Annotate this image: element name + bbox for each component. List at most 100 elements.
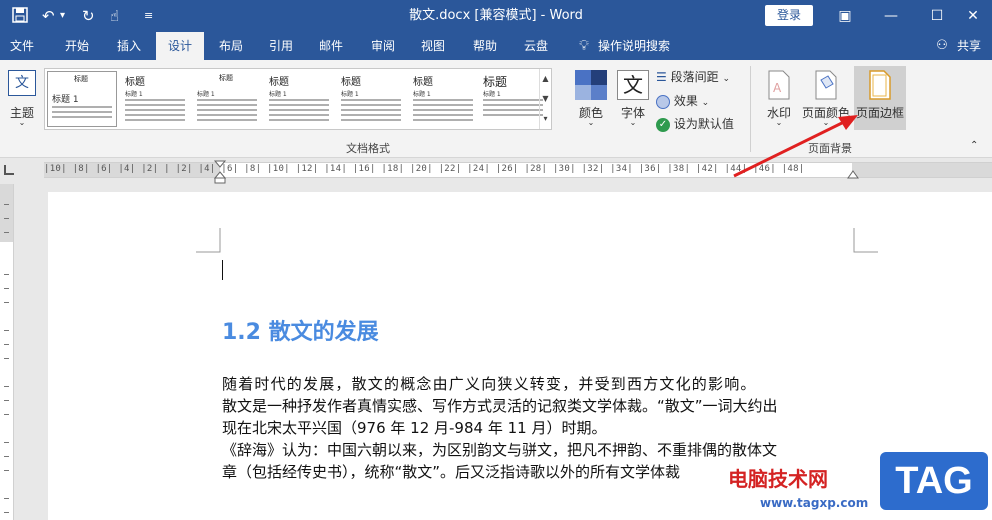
style-title: 标题 xyxy=(413,77,433,88)
style-thumb-3[interactable]: 标题 标题 1 xyxy=(193,71,263,127)
paint-bucket-icon xyxy=(815,70,837,100)
ribbon-display-options-icon[interactable]: ▣ xyxy=(822,0,868,32)
chevron-down-icon: ⌄ xyxy=(18,118,26,127)
tab-insert[interactable]: 插入 xyxy=(106,32,152,60)
set-as-default-label: 设为默认值 xyxy=(673,117,734,131)
style-heading: 标题 1 xyxy=(483,91,501,98)
paragraph-line[interactable]: 现在北宋太平兴国（976 年 12 月-984 年 11 月）时期。 xyxy=(222,418,606,438)
tab-view[interactable]: 视图 xyxy=(410,32,456,60)
crop-mark-top-left xyxy=(196,228,221,253)
chevron-down-icon: ⌄ xyxy=(822,118,830,127)
page-background-group-label: 页面背景 xyxy=(808,142,852,155)
paragraph-spacing-label: 段落间距 xyxy=(670,70,719,84)
tab-layout[interactable]: 布局 xyxy=(208,32,254,60)
chevron-down-icon: ⌄ xyxy=(701,98,710,108)
text-cursor xyxy=(222,260,223,280)
paragraph-line[interactable]: 章（包括经传史书），统称“散文”。后又泛指诗歌以外的所有文学体裁 xyxy=(222,462,680,482)
tab-help[interactable]: 帮助 xyxy=(462,32,508,60)
document-format-gallery: 标题 标题 1 标题 标题 1 标题 标题 1 标题 标题 1 标题 标题 1 … xyxy=(44,68,552,130)
document-canvas: 1.2 散文的发展 随着时代的发展，散文的概念由广义向狭义转变，并受到西方文化的… xyxy=(44,184,992,520)
tab-design[interactable]: 设计 xyxy=(156,32,204,62)
style-title: 标题 xyxy=(483,75,508,89)
page-color-button[interactable]: 页面颜色 ⌄ xyxy=(800,68,852,130)
gallery-down-icon[interactable]: ▼ xyxy=(540,89,551,109)
section-heading[interactable]: 1.2 散文的发展 xyxy=(222,314,379,346)
paragraph-spacing-icon: ☰ xyxy=(656,70,667,84)
vertical-ruler[interactable] xyxy=(0,184,14,520)
tab-mailings[interactable]: 邮件 xyxy=(308,32,354,60)
colors-icon xyxy=(575,70,607,100)
tab-home[interactable]: 开始 xyxy=(54,32,100,60)
style-title: 标题 xyxy=(341,77,361,88)
paragraph-line[interactable]: 随着时代的发展，散文的概念由广义向狭义转变，并受到西方文化的影响。 xyxy=(222,374,757,394)
effects-icon xyxy=(656,94,670,109)
chevron-down-icon: ⌄ xyxy=(587,118,595,127)
effects-button[interactable]: 效果 ⌄ xyxy=(656,92,709,109)
person-icon: ⚇ xyxy=(936,38,948,53)
style-thumb-5[interactable]: 标题 标题 1 xyxy=(337,71,407,127)
watermark-icon: A xyxy=(768,70,790,100)
page-borders-label: 页面边框 xyxy=(855,106,904,120)
vertical-ruler-area xyxy=(0,184,44,520)
ribbon-tabs: 文件 开始 插入 设计 布局 引用 邮件 审阅 视图 帮助 云盘 💡︎ 操作说明… xyxy=(0,32,992,62)
style-title: 标题 xyxy=(219,74,233,82)
paragraph-line[interactable]: 《辞海》认为：中国六朝以来，为区别韵文与骈文，把凡不押韵、不重排偶的散体文 xyxy=(222,440,777,460)
chevron-down-icon: ⌄ xyxy=(722,74,730,84)
style-title: 标题 xyxy=(74,75,88,83)
watermark-button[interactable]: A 水印 ⌄ xyxy=(762,68,796,130)
effects-label: 效果 xyxy=(673,94,698,108)
chevron-down-icon: ⌄ xyxy=(629,118,637,127)
style-thumb-1[interactable]: 标题 标题 1 xyxy=(47,71,117,127)
lightbulb-icon: 💡︎ xyxy=(579,38,589,54)
tell-me-search[interactable]: 操作说明搜索 xyxy=(598,32,682,60)
watermark-url: www.tagxp.com xyxy=(760,496,869,510)
tab-review[interactable]: 审阅 xyxy=(360,32,406,60)
fonts-button[interactable]: 文 字体 ⌄ xyxy=(614,68,652,130)
indent-marker-icon[interactable] xyxy=(214,160,226,184)
share-button[interactable]: 共享 xyxy=(952,32,986,60)
right-indent-marker-icon[interactable] xyxy=(847,170,859,182)
login-button[interactable]: 登录 xyxy=(765,5,813,26)
collapse-ribbon-icon[interactable]: ⌃ xyxy=(970,140,978,151)
svg-text:A: A xyxy=(773,81,782,95)
tab-selector-icon[interactable] xyxy=(4,165,14,175)
style-title: 标题 xyxy=(269,77,289,88)
gallery-scroll[interactable]: ▲ ▼ ▾ xyxy=(539,69,551,129)
style-heading: 标题 1 xyxy=(52,95,79,105)
chevron-down-icon: ⌄ xyxy=(775,118,783,127)
themes-button[interactable]: 文 主题 ⌄ xyxy=(4,68,40,127)
watermark-site-name: 电脑技术网 xyxy=(728,467,828,491)
paragraph-spacing-button[interactable]: ☰ 段落间距 ⌄ xyxy=(656,68,730,85)
style-thumb-6[interactable]: 标题 标题 1 xyxy=(409,71,479,127)
page-borders-button[interactable]: 页面边框 xyxy=(854,66,906,130)
minimize-button[interactable]: — xyxy=(868,0,914,32)
document-page[interactable]: 1.2 散文的发展 随着时代的发展，散文的概念由广义向狭义转变，并受到西方文化的… xyxy=(48,192,992,520)
document-format-group-label: 文档格式 xyxy=(346,142,390,155)
tab-references[interactable]: 引用 xyxy=(258,32,304,60)
colors-button[interactable]: 颜色 ⌄ xyxy=(572,68,610,130)
watermark-tag-logo: TAG xyxy=(880,452,988,510)
paragraph-line[interactable]: 散文是一种抒发作者真情实感、写作方式灵活的记叙类文学体裁。“散文”一词大约出 xyxy=(222,396,778,416)
fonts-icon: 文 xyxy=(617,70,649,100)
style-thumb-4[interactable]: 标题 标题 1 xyxy=(265,71,335,127)
tab-file[interactable]: 文件 xyxy=(0,32,44,60)
title-bar: ↶ ▾ ↻ ☝ ≡ 散文.docx [兼容模式] - Word 登录 ▣ — ☐… xyxy=(0,0,992,32)
tab-cloud[interactable]: 云盘 xyxy=(512,32,560,60)
style-heading: 标题 1 xyxy=(197,91,215,98)
gallery-up-icon[interactable]: ▲ xyxy=(540,69,551,89)
page-borders-icon xyxy=(869,70,891,100)
gallery-more-icon[interactable]: ▾ xyxy=(540,109,551,129)
horizontal-ruler-row: |10| |8| |6| |4| |2| | |2| |4| |6| |8| |… xyxy=(0,158,992,184)
style-heading: 标题 1 xyxy=(269,91,287,98)
close-button[interactable]: ✕ xyxy=(950,0,992,32)
style-heading: 标题 1 xyxy=(341,91,359,98)
style-thumb-2[interactable]: 标题 标题 1 xyxy=(121,71,191,127)
check-icon: ✓ xyxy=(656,117,670,132)
style-heading: 标题 1 xyxy=(413,91,431,98)
set-as-default-button[interactable]: ✓ 设为默认值 xyxy=(656,115,734,132)
themes-icon: 文 xyxy=(8,70,36,96)
style-heading: 标题 1 xyxy=(125,91,143,98)
style-title: 标题 xyxy=(125,77,145,88)
crop-mark-top-right xyxy=(853,228,878,253)
ribbon: 文 主题 ⌄ 标题 标题 1 标题 标题 1 标题 标题 1 标题 标题 1 标… xyxy=(0,60,992,158)
